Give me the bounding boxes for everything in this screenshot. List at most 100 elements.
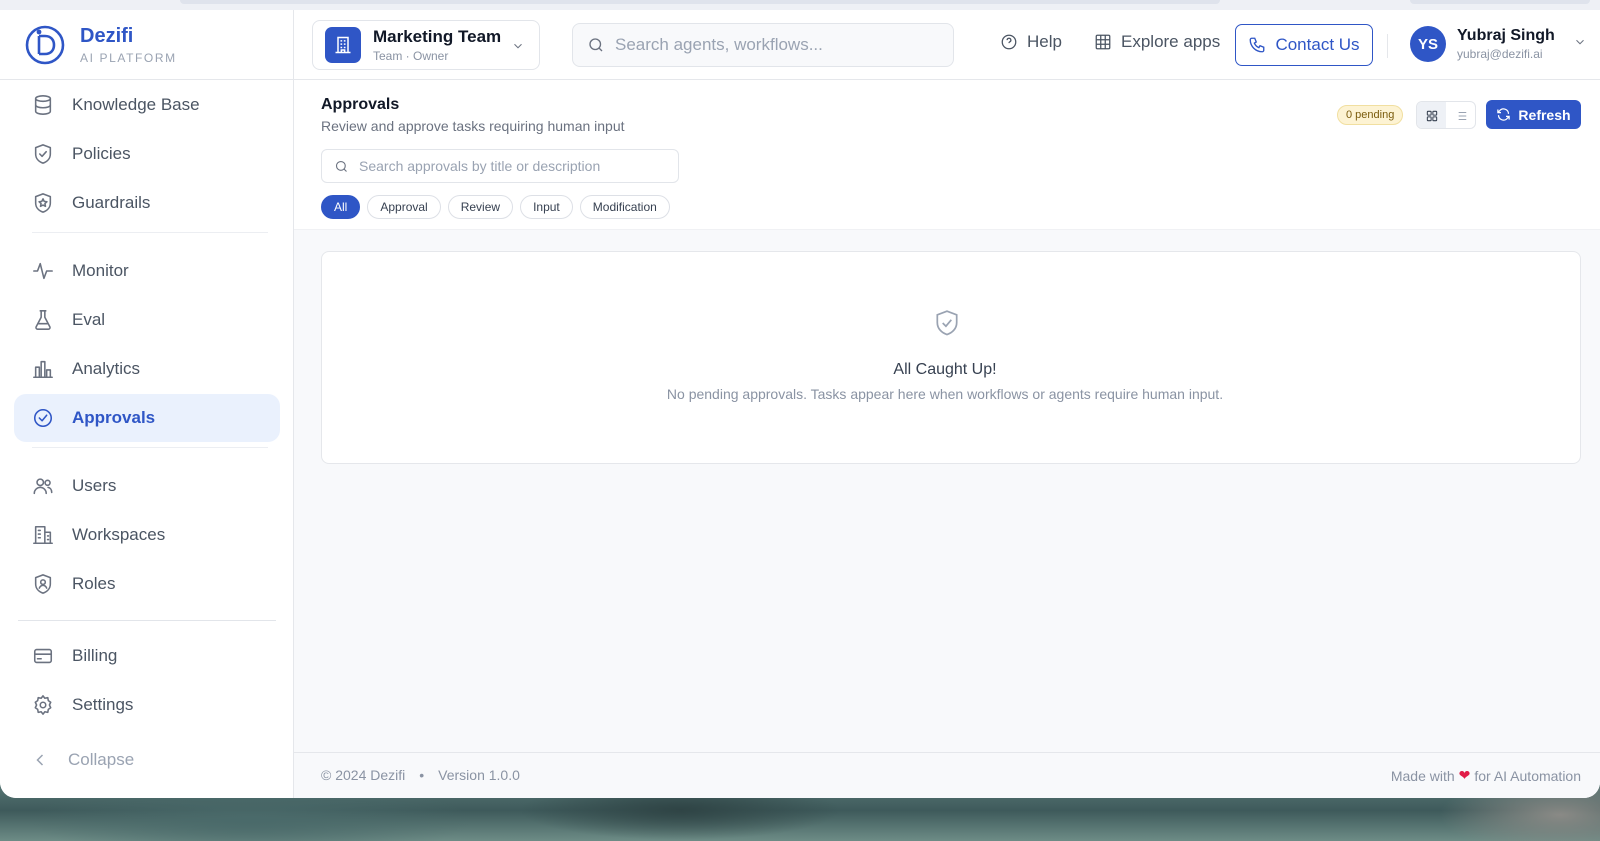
grid-icon xyxy=(1095,34,1111,50)
sidebar-item-guardrails[interactable]: Guardrails xyxy=(14,179,280,227)
user-name: Yubraj Singh xyxy=(1457,27,1555,44)
user-menu[interactable]: YS Yubraj Singh yubraj@dezifi.ai xyxy=(1410,26,1587,62)
footer-left: © 2024 Dezifi • Version 1.0.0 xyxy=(321,767,520,783)
empty-state-text: No pending approvals. Tasks appear here … xyxy=(666,386,1224,402)
sidebar-item-label: Policies xyxy=(72,144,131,163)
view-toggle xyxy=(1416,101,1476,129)
team-avatar xyxy=(325,27,361,63)
sidebar-item-settings[interactable]: Settings xyxy=(14,681,280,729)
shield-star-icon xyxy=(34,193,52,213)
browser-top-strip xyxy=(0,0,1600,10)
refresh-button[interactable]: Refresh xyxy=(1486,100,1581,129)
global-search-input[interactable] xyxy=(615,35,935,55)
made-with-suffix: for AI Automation xyxy=(1474,767,1581,784)
browser-tab-bar xyxy=(180,0,1220,4)
list-view-button[interactable] xyxy=(1446,102,1475,128)
gear-icon xyxy=(34,695,52,715)
sidebar-item-policies[interactable]: Policies xyxy=(14,130,280,178)
chevron-down-icon xyxy=(514,43,522,49)
footer-right: Made with ❤ for AI Automation xyxy=(1391,767,1581,784)
global-search xyxy=(572,23,954,67)
flask-icon xyxy=(35,310,51,330)
user-email: yubraj@dezifi.ai xyxy=(1457,47,1543,61)
help-circle-icon xyxy=(1001,34,1017,50)
sidebar-item-label: Approvals xyxy=(72,408,156,427)
help-button[interactable]: Help xyxy=(1000,32,1062,52)
building-icon xyxy=(33,525,53,545)
help-label: Help xyxy=(1027,32,1062,51)
brand-tagline: AI PLATFORM xyxy=(80,50,177,65)
footer: © 2024 Dezifi • Version 1.0.0 Made with … xyxy=(294,752,1600,798)
approvals-search-input[interactable] xyxy=(359,158,659,174)
heart-icon: ❤ xyxy=(1458,767,1471,783)
sidebar-item-workspaces[interactable]: Workspaces xyxy=(14,511,280,559)
shield-check-icon xyxy=(936,310,958,336)
sidebar-item-label: Analytics xyxy=(72,359,141,378)
shield-check-icon xyxy=(34,144,52,164)
sidebar-item-roles[interactable]: Roles xyxy=(14,560,280,608)
list-view-icon xyxy=(1455,111,1466,121)
sidebar-item-analytics[interactable]: Analytics xyxy=(14,345,280,393)
sidebar-item-monitor[interactable]: Monitor xyxy=(14,247,280,295)
sidebar-divider xyxy=(32,447,268,448)
filter-chip-approval[interactable]: Approval xyxy=(367,195,441,219)
explore-apps-label: Explore apps xyxy=(1121,32,1221,51)
chevron-left-icon xyxy=(36,754,44,766)
grid-view-button[interactable] xyxy=(1417,102,1446,128)
app-window: Dezifi AI PLATFORM Knowledge Base Polici… xyxy=(0,10,1600,798)
filter-chip-input[interactable]: Input xyxy=(520,195,573,219)
empty-state-card: All Caught Up! No pending approvals. Tas… xyxy=(321,251,1581,464)
collapse-label: Collapse xyxy=(68,750,135,769)
sidebar-item-label: Users xyxy=(72,476,117,495)
contact-us-label: Contact Us xyxy=(1275,35,1360,54)
copyright-text: © 2024 Dezifi xyxy=(321,767,406,783)
header-divider xyxy=(1387,34,1388,58)
filter-chip-modification[interactable]: Modification xyxy=(579,195,670,219)
chevron-down-icon xyxy=(1575,39,1584,45)
filter-chip-review[interactable]: Review xyxy=(447,195,514,219)
made-with-prefix: Made with xyxy=(1390,767,1455,784)
sidebar-item-label: Workspaces xyxy=(72,525,166,544)
phone-icon xyxy=(1250,37,1265,53)
sidebar-item-knowledge-base[interactable]: Knowledge Base xyxy=(14,81,280,129)
refresh-icon xyxy=(1497,108,1511,121)
grid-view-icon xyxy=(1426,110,1437,122)
sidebar-item-users[interactable]: Users xyxy=(14,462,280,510)
avatar: YS xyxy=(1410,26,1446,62)
empty-state-title: All Caught Up! xyxy=(893,361,997,378)
team-name: Marketing Team xyxy=(373,27,502,46)
footer-separator: • xyxy=(419,767,425,783)
brand[interactable]: Dezifi AI PLATFORM xyxy=(0,10,294,80)
sidebar-item-label: Billing xyxy=(72,646,118,665)
team-switcher[interactable]: Marketing Team Team · Owner xyxy=(312,20,540,70)
approvals-search xyxy=(321,149,679,183)
building-icon xyxy=(335,36,351,54)
sidebar-item-billing[interactable]: Billing xyxy=(14,632,280,680)
page-header: Approvals Review and approve tasks requi… xyxy=(294,80,1600,230)
explore-apps-button[interactable]: Explore apps xyxy=(1094,32,1220,52)
team-role: Team · Owner xyxy=(373,49,449,63)
brand-name: Dezifi xyxy=(80,24,134,47)
filter-chip-all[interactable]: All xyxy=(321,195,361,219)
dezifi-logo-icon xyxy=(25,25,65,64)
collapse-sidebar-button[interactable]: Collapse xyxy=(30,750,134,770)
sidebar-item-approvals[interactable]: Approvals xyxy=(14,394,280,442)
pending-count-badge: 0 pending xyxy=(1337,105,1404,125)
sidebar: Dezifi AI PLATFORM Knowledge Base Polici… xyxy=(0,10,294,798)
sidebar-item-eval[interactable]: Eval xyxy=(14,296,280,344)
search-icon xyxy=(335,160,347,172)
refresh-label: Refresh xyxy=(1518,106,1571,123)
sidebar-item-label: Guardrails xyxy=(72,193,151,212)
version-text: Version 1.0.0 xyxy=(438,767,520,783)
users-icon xyxy=(33,478,53,495)
top-header: Marketing Team Team · Owner Help Explore… xyxy=(294,10,1600,80)
sidebar-divider xyxy=(18,620,276,621)
browser-tab-bar-right xyxy=(1410,0,1590,4)
contact-us-button[interactable]: Contact Us xyxy=(1235,24,1373,66)
page-subtitle: Review and approve tasks requiring human… xyxy=(321,118,625,134)
credit-card-icon xyxy=(33,648,53,664)
page-title: Approvals xyxy=(321,96,400,113)
sidebar-divider xyxy=(32,232,268,233)
sidebar-item-label: Eval xyxy=(72,310,106,329)
activity-icon xyxy=(33,262,53,280)
